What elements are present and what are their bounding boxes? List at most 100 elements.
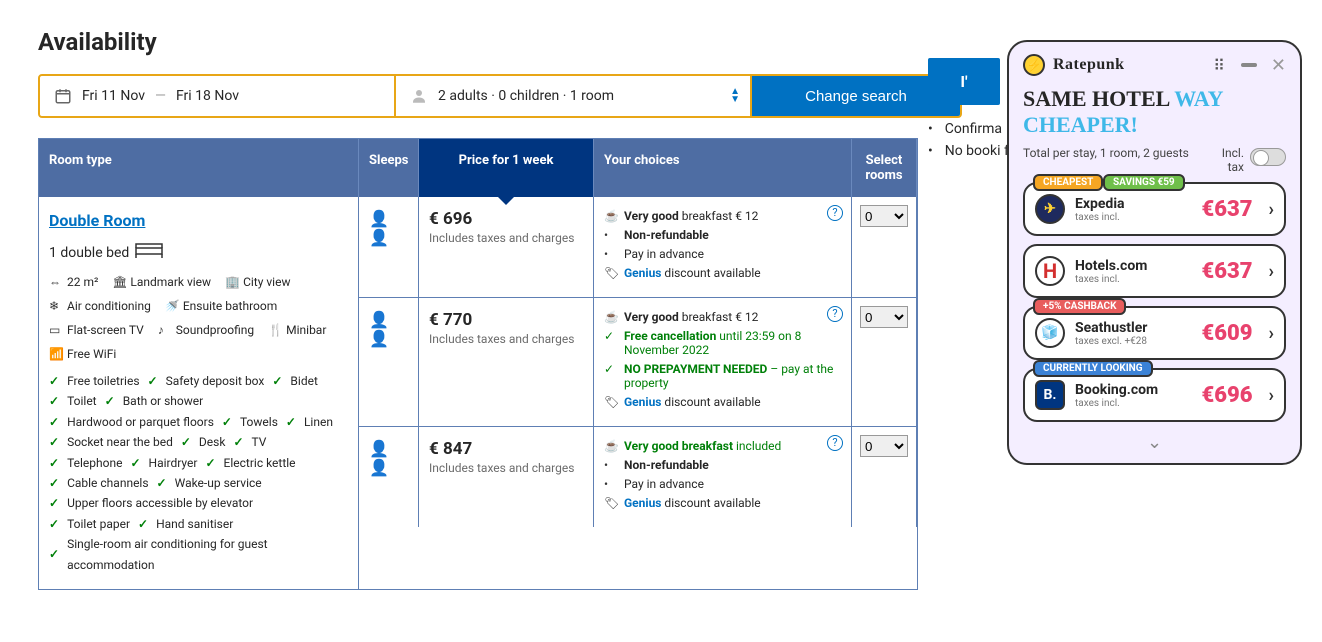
choice-line: •Pay in advance (604, 477, 841, 491)
choices-cell: ?☕Very good breakfast included•Non-refun… (594, 427, 852, 527)
room-feature: 🍴Minibar (268, 323, 326, 337)
offer-badge: CURRENTLY LOOKING (1033, 360, 1153, 377)
ratepunk-logo-icon: ⚡ (1023, 54, 1045, 76)
room-feature: ▭Flat-screen TV (49, 323, 144, 337)
tax-note: taxes incl. (1075, 212, 1192, 223)
info-icon[interactable]: ? (827, 205, 843, 221)
room-feature: 🚿Ensuite bathroom (165, 299, 277, 313)
incl-tax-toggle[interactable] (1250, 148, 1286, 166)
search-bar: Fri 11 Nov — Fri 18 Nov 2 adults · 0 chi… (38, 74, 962, 118)
choice-line: •Non-refundable (604, 228, 841, 242)
table-header: Room type Sleeps Price for 1 week Your c… (39, 139, 917, 197)
offer-badge: SAVINGS €59 (1103, 174, 1185, 191)
rate-row: 👤👤€ 847Includes taxes and charges?☕Very … (359, 426, 917, 527)
guests-picker[interactable]: 2 adults · 0 children · 1 room ▲▼ (396, 76, 752, 116)
person-icon (410, 87, 428, 105)
provider-icon: 🧊 (1035, 318, 1065, 348)
room-amenity: ✓Wake-up service (157, 473, 262, 493)
ratepunk-widget: ⚡ Ratepunk ⠿ ✕ SAME HOTEL WAY CHEAPER! T… (1007, 40, 1302, 465)
offer-badge: +5% CASHBACK (1033, 298, 1126, 315)
room-feature: ⇔22 m² (49, 275, 98, 289)
select-cell: 0 (852, 298, 917, 426)
room-amenity: ✓Hand sanitiser (138, 514, 233, 534)
room-amenity: ✓Toilet paper (49, 514, 130, 534)
th-select: Select rooms (852, 139, 917, 197)
chevron-down-icon[interactable]: ⌄ (1023, 430, 1286, 455)
offer-price: €609 (1202, 321, 1253, 346)
close-icon[interactable]: ✕ (1271, 55, 1286, 76)
chevron-right-icon: › (1269, 199, 1274, 220)
price-cell: € 696Includes taxes and charges (419, 197, 594, 297)
chevron-right-icon: › (1269, 323, 1274, 344)
offer-price: €637 (1202, 259, 1253, 284)
provider-icon: ✈ (1035, 194, 1065, 224)
provider-icon: H (1035, 256, 1065, 286)
menu-icon[interactable]: ⠿ (1213, 56, 1227, 75)
sleeps-cell: 👤👤 (359, 427, 419, 527)
offer-badge: CHEAPEST (1033, 174, 1103, 191)
price-offer[interactable]: HHotels.comtaxes incl.€637› (1023, 244, 1286, 298)
price-offer[interactable]: CURRENTLY LOOKINGB.Booking.comtaxes incl… (1023, 368, 1286, 422)
sleeps-cell: 👤👤 (359, 298, 419, 426)
price-cell: € 770Includes taxes and charges (419, 298, 594, 426)
availability-table: Room type Sleeps Price for 1 week Your c… (38, 138, 918, 590)
chevron-right-icon: › (1269, 385, 1274, 406)
choice-line: •Pay in advance (604, 247, 841, 261)
tax-note: taxes incl. (1075, 274, 1192, 285)
guests-text: 2 adults · 0 children · 1 room (438, 88, 614, 104)
room-amenity: ✓Bath or shower (105, 391, 204, 411)
room-amenity: ✓Hardwood or parquet floors (49, 412, 214, 432)
updown-icon: ▲▼ (730, 88, 740, 104)
room-amenity: ✓Safety deposit box (148, 371, 265, 391)
reserve-button[interactable]: I' (928, 58, 1000, 105)
price-offer[interactable]: CHEAPESTSAVINGS €59✈Expediataxes incl.€6… (1023, 182, 1286, 236)
price-cell: € 847Includes taxes and charges (419, 427, 594, 527)
choice-line: ☕Very good breakfast € 12 (604, 310, 841, 324)
room-amenity: ✓Desk (181, 432, 226, 452)
room-feature: ♪Soundproofing (158, 323, 254, 337)
rate-row: 👤👤€ 696Includes taxes and charges?☕Very … (359, 197, 917, 297)
th-sleeps: Sleeps (359, 139, 419, 197)
rate-row: 👤👤€ 770Includes taxes and charges?☕Very … (359, 297, 917, 426)
room-amenity: ✓Socket near the bed (49, 432, 173, 452)
checkin-date: Fri 11 Nov (82, 88, 145, 104)
select-cell: 0 (852, 427, 917, 527)
availability-heading: Availability (38, 28, 962, 56)
room-amenity: ✓Towels (222, 412, 278, 432)
room-amenity: ✓Hairdryer (130, 453, 197, 473)
room-amenity: ✓Single-room air conditioning for guest … (49, 534, 340, 575)
room-amenity: ✓Telephone (49, 453, 122, 473)
room-amenity: ✓Free toiletries (49, 371, 140, 391)
calendar-icon (54, 87, 72, 105)
choice-line: 🏷Genius discount available (604, 266, 841, 280)
info-icon[interactable]: ? (827, 306, 843, 322)
room-amenity: ✓TV (233, 432, 266, 452)
tax-note: taxes excl. +€28 (1075, 336, 1192, 347)
th-choices: Your choices (594, 139, 852, 197)
choices-cell: ?☕Very good breakfast € 12 ✓Free cancella… (594, 298, 852, 426)
info-icon[interactable]: ? (827, 435, 843, 451)
room-name-link[interactable]: Double Room (49, 211, 145, 230)
choice-line: 🏷Genius discount available (604, 496, 841, 510)
room-details-cell: Double Room 1 double bed ⇔22 m²🏛Landmark… (39, 197, 359, 589)
choice-line: ✓Free cancellation until 23:59 on 8 Nove… (604, 329, 841, 357)
date-picker[interactable]: Fri 11 Nov — Fri 18 Nov (40, 76, 396, 116)
room-amenity: ✓Toilet (49, 391, 97, 411)
rooms-select[interactable]: 0 (860, 435, 908, 457)
room-feature: 🏛Landmark view (112, 275, 211, 289)
th-price: Price for 1 week (419, 139, 594, 197)
room-feature: 📶Free WiFi (49, 347, 116, 361)
price-offer[interactable]: +5% CASHBACK🧊Seathustlertaxes excl. +€28… (1023, 306, 1286, 360)
provider-name: Seathustler (1075, 320, 1192, 336)
ratepunk-brand: Ratepunk (1053, 56, 1125, 74)
th-room-type: Room type (39, 139, 359, 197)
rooms-select[interactable]: 0 (860, 205, 908, 227)
chevron-right-icon: › (1269, 261, 1274, 282)
rooms-select[interactable]: 0 (860, 306, 908, 328)
room-amenity: ✓Bidet (272, 371, 318, 391)
checkout-date: Fri 18 Nov (176, 88, 239, 104)
room-amenity: ✓Linen (286, 412, 333, 432)
minimize-icon[interactable] (1241, 63, 1257, 67)
provider-name: Booking.com (1075, 382, 1192, 398)
room-amenity: ✓Cable channels (49, 473, 149, 493)
